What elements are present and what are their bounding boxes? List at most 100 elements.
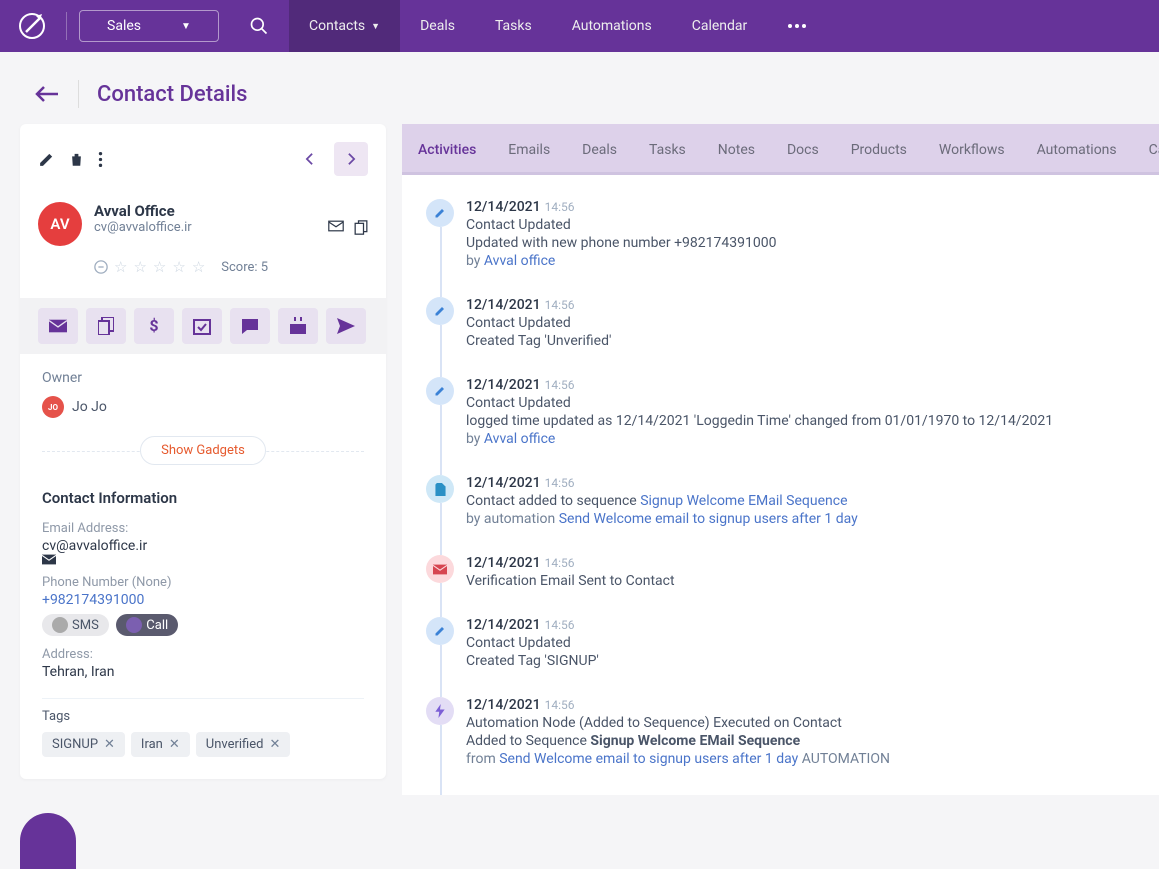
timeline-desc: Created Tag 'Unverified'	[466, 333, 1159, 349]
timeline-link[interactable]: Signup Welcome EMail Sequence	[640, 493, 847, 509]
tag-chip: Unverified✕	[196, 732, 291, 757]
timeline-by: by Avval office	[466, 431, 1159, 447]
phone-value[interactable]: +982174391000	[42, 592, 364, 608]
timeline-title: Contact Updated	[466, 635, 1159, 651]
event-button[interactable]	[278, 308, 318, 344]
detail-tab-bar: Activities Emails Deals Tasks Notes Docs Produ…	[402, 124, 1159, 175]
chevron-down-icon: ▼	[181, 21, 191, 32]
next-contact[interactable]	[334, 142, 368, 176]
sms-chip[interactable]: SMS	[42, 614, 109, 636]
show-gadgets-button[interactable]: Show Gadgets	[140, 436, 266, 465]
note-button[interactable]	[230, 308, 270, 344]
star-icon[interactable]: ☆	[192, 258, 205, 276]
top-nav: Sales ▼ Contacts▼DealsTasksAutomationsCa…	[0, 0, 1159, 52]
copy-icon[interactable]	[354, 220, 368, 235]
timeline-date: 12/14/2021	[466, 475, 541, 491]
detail-tab-emails[interactable]: Emails	[506, 124, 552, 172]
timeline-by: by Avval office	[466, 253, 1159, 269]
tag-chip: Iran ✕	[131, 732, 190, 757]
edit-icon	[426, 377, 454, 405]
nav-divider	[66, 12, 67, 40]
svg-text:$: $	[149, 317, 158, 335]
copy-button[interactable]	[86, 308, 126, 344]
owner-name: Jo Jo	[72, 399, 107, 415]
detail-tab-automations[interactable]: Automations	[1035, 124, 1119, 172]
detail-tab-notes[interactable]: Notes	[716, 124, 757, 172]
timeline-link[interactable]: Send Welcome email to signup users after…	[499, 751, 798, 767]
detail-tab-docs[interactable]: Docs	[785, 124, 821, 172]
timeline-by: by automation Send Welcome email to sign…	[466, 511, 1159, 527]
detail-tab-activities[interactable]: Activities	[416, 124, 478, 172]
back-button[interactable]	[34, 85, 60, 103]
timeline-item: 12/14/202114:56Contact Updatedlogged tim…	[426, 377, 1159, 475]
nav-tabs: Contacts▼DealsTasksAutomationsCalendar	[289, 0, 767, 52]
detail-tab-call[interactable]: Call	[1147, 124, 1159, 172]
timeline-date: 12/14/2021	[466, 697, 541, 713]
more-actions[interactable]	[98, 151, 103, 168]
task-button[interactable]	[182, 308, 222, 344]
search-button[interactable]	[249, 16, 269, 36]
more-menu[interactable]	[767, 23, 827, 29]
module-selector[interactable]: Sales ▼	[79, 10, 219, 42]
deal-button[interactable]: $	[134, 308, 174, 344]
contact-info-heading: Contact Information	[20, 475, 386, 511]
mail-icon	[426, 555, 454, 583]
edit-button[interactable]	[38, 151, 55, 168]
star-icon[interactable]: ☆	[172, 258, 185, 276]
send-email-button[interactable]	[38, 308, 78, 344]
address-label: Address:	[42, 647, 364, 662]
chevron-down-icon: ▼	[371, 21, 380, 32]
delete-button[interactable]	[69, 151, 84, 168]
timeline-desc: Created Tag 'SIGNUP'	[466, 653, 1159, 669]
timeline-title: Contact Updated	[466, 217, 1159, 233]
mail-icon[interactable]	[328, 220, 344, 235]
timeline-item: 12/14/202114:56Contact UpdatedCreated Ta…	[426, 617, 1159, 697]
detail-tab-tasks[interactable]: Tasks	[647, 124, 688, 172]
remove-tag-icon[interactable]: ✕	[269, 737, 280, 752]
tag-label: SIGNUP	[52, 737, 98, 752]
page-header: Contact Details	[0, 52, 1159, 124]
timeline-by: from Send Welcome email to signup users …	[466, 751, 1159, 767]
prev-contact[interactable]	[293, 142, 327, 176]
timeline-title: Contact Updated	[466, 315, 1159, 331]
detail-tab-deals[interactable]: Deals	[580, 124, 619, 172]
chat-fab[interactable]	[20, 813, 76, 869]
remove-tag-icon[interactable]: ✕	[104, 737, 115, 752]
timeline-item: 12/14/202114:56Contact added to sequence…	[426, 475, 1159, 555]
timeline-link[interactable]: Send Welcome email to signup users after…	[559, 511, 858, 527]
send-button[interactable]	[326, 308, 366, 344]
timeline-title: Contact Updated	[466, 395, 1159, 411]
nav-tab-contacts[interactable]: Contacts▼	[289, 0, 400, 52]
detail-tab-workflows[interactable]: Workflows	[937, 124, 1007, 172]
timeline-title: Verification Email Sent to Contact	[466, 573, 1159, 589]
timeline-link[interactable]: Avval office	[484, 431, 555, 447]
timeline-link[interactable]: Avval office	[484, 253, 555, 269]
contact-avatar: AV	[38, 202, 82, 246]
timeline-title: Automation Node (Added to Sequence) Exec…	[466, 715, 1159, 731]
nav-tab-calendar[interactable]: Calendar	[672, 0, 768, 52]
timeline-item: 12/14/202114:56Contact UpdatedUpdated wi…	[426, 199, 1159, 297]
star-icon[interactable]: ☆	[133, 258, 146, 276]
timeline-date: 12/14/2021	[466, 297, 541, 313]
timeline-item: 12/14/202114:56Automation Node (Added to…	[426, 697, 1159, 795]
timeline-desc: Added to Sequence Signup Welcome EMail S…	[466, 733, 1159, 749]
mail-icon[interactable]	[42, 554, 364, 565]
phone-icon	[126, 617, 142, 633]
nav-tab-automations[interactable]: Automations	[552, 0, 672, 52]
star-icon[interactable]: ☆	[153, 258, 166, 276]
nav-tab-tasks[interactable]: Tasks	[475, 0, 552, 52]
detail-tab-products[interactable]: Products	[849, 124, 909, 172]
remove-tag-icon[interactable]: ✕	[169, 737, 180, 752]
nav-tab-deals[interactable]: Deals	[400, 0, 475, 52]
timeline-time: 14:56	[545, 556, 575, 570]
timeline-item: 12/14/202114:56Contact UpdatedCreated Ta…	[426, 297, 1159, 377]
status-icon	[94, 260, 108, 274]
page-title: Contact Details	[97, 82, 247, 107]
app-logo	[18, 12, 46, 40]
owner-avatar: JO	[42, 396, 64, 418]
sms-icon	[52, 617, 68, 633]
bolt-icon	[426, 697, 454, 725]
star-icon[interactable]: ☆	[114, 258, 127, 276]
tag-label: Iran	[141, 737, 163, 752]
call-chip[interactable]: Call	[116, 614, 178, 636]
